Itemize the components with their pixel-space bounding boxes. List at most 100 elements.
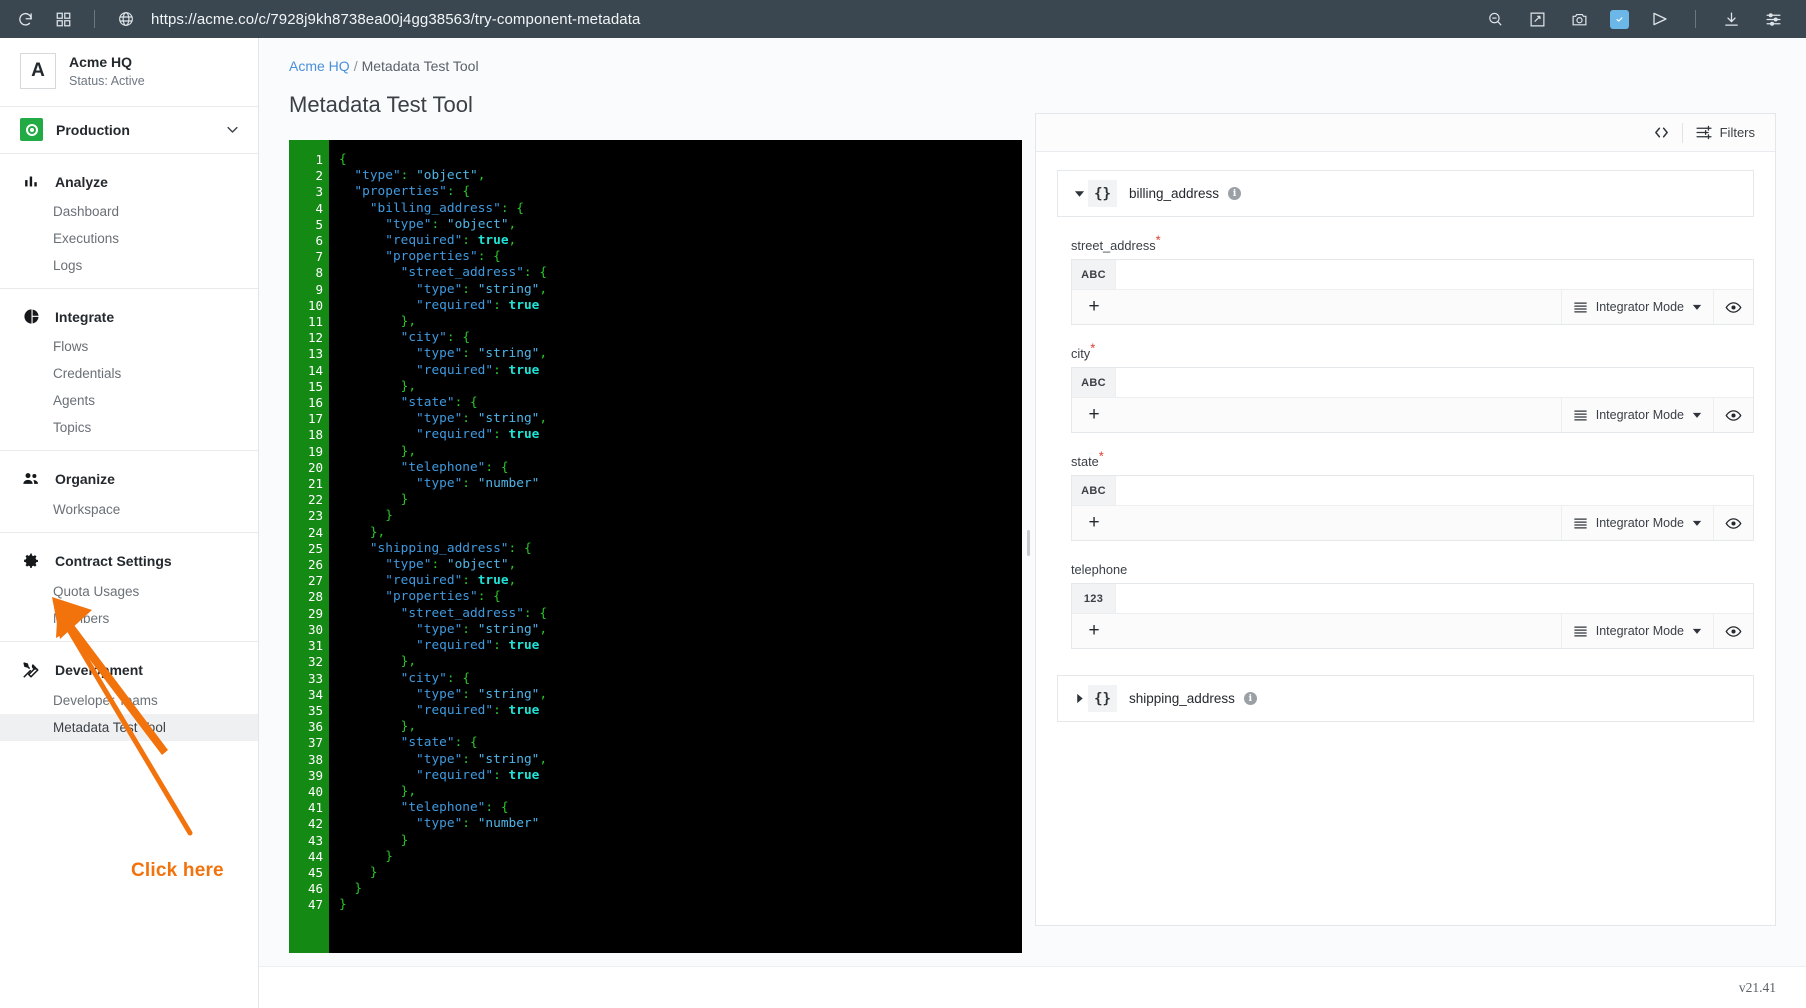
- target-icon: [20, 118, 43, 142]
- panel-body: {} billing_address i street_address* ABC + Int…: [1036, 152, 1775, 925]
- org-header[interactable]: A Acme HQ Status: Active: [0, 38, 258, 108]
- field-label-telephone: telephone: [1071, 562, 1128, 577]
- json-code-editor[interactable]: 1 2 3 4 5 6 7 8 9 10 11 12 13 14 15 16 1…: [289, 140, 1022, 953]
- sidebar-item-dashboard[interactable]: Dashboard: [0, 198, 258, 225]
- list-lines-icon: [1573, 300, 1588, 315]
- zoom-out-icon[interactable]: [1484, 8, 1506, 30]
- info-icon[interactable]: i: [1228, 187, 1242, 200]
- add-value-button-city[interactable]: +: [1072, 398, 1116, 432]
- field-box-telephone: 123 + Integrator Mode: [1071, 583, 1754, 649]
- integrator-mode-select-city[interactable]: Integrator Mode: [1560, 398, 1713, 432]
- send-icon[interactable]: [1649, 8, 1671, 30]
- grid-icon[interactable]: [52, 8, 74, 30]
- required-asterisk: *: [1155, 232, 1161, 248]
- click-here-label: Click here: [131, 860, 224, 881]
- input-street_address[interactable]: [1116, 260, 1753, 289]
- version-label: v21.41: [1738, 979, 1776, 995]
- sidebar-item-members[interactable]: Members: [0, 605, 258, 632]
- action-spacer: [1116, 398, 1561, 432]
- chevron-down-icon[interactable]: [1692, 410, 1702, 420]
- add-value-button-telephone[interactable]: +: [1072, 614, 1116, 648]
- sidebar-item-executions[interactable]: Executions: [0, 225, 258, 252]
- code-view-button[interactable]: [1641, 118, 1682, 147]
- toolbar-divider-right: [1695, 10, 1696, 28]
- object-brace-icon: {}: [1088, 180, 1117, 207]
- camera-icon[interactable]: [1568, 8, 1590, 30]
- breadcrumb-separator: /: [353, 58, 358, 74]
- integrator-mode-select-street_address[interactable]: Integrator Mode: [1560, 290, 1713, 324]
- sidebar-item-flows[interactable]: Flows: [0, 333, 258, 360]
- main-content: Acme HQ / Metadata Test Tool Metadata Test…: [259, 38, 1806, 1008]
- field-input-row: 123: [1072, 584, 1753, 614]
- sidebar-item-topics[interactable]: Topics: [0, 414, 258, 441]
- sidebar-group-header-development[interactable]: Development: [0, 653, 258, 687]
- field-label-street_address: street_address*: [1071, 232, 1161, 253]
- shield-check-icon[interactable]: [1610, 9, 1629, 29]
- chevron-down-icon[interactable]: [1070, 188, 1088, 199]
- breadcrumb-current: Metadata Test Tool: [361, 58, 479, 74]
- sidebar-item-agents[interactable]: Agents: [0, 387, 258, 414]
- integrator-mode-select-state[interactable]: Integrator Mode: [1560, 506, 1713, 540]
- input-city[interactable]: [1116, 368, 1753, 397]
- sidebar-item-credentials[interactable]: Credentials: [0, 360, 258, 387]
- pin-icon[interactable]: [1526, 8, 1548, 30]
- form-field-city: city* ABC + Integrator Mode: [1071, 342, 1754, 433]
- org-name: Acme HQ: [69, 54, 133, 70]
- eye-icon-state[interactable]: [1713, 506, 1753, 540]
- metadata-form-panel: Filters {} billing_address i street_address…: [1035, 113, 1776, 926]
- org-status: Status: Active: [69, 74, 145, 89]
- splitter-grip[interactable]: [1027, 530, 1030, 556]
- sidebar-group-header-analyze[interactable]: Analyze: [0, 165, 258, 198]
- address-bar-url[interactable]: https://acme.co/c/7928j9kh8738ea00j4gg38…: [151, 11, 640, 28]
- filters-button[interactable]: Filters: [1683, 118, 1767, 147]
- add-value-button-state[interactable]: +: [1072, 506, 1116, 540]
- object-header-shipping_address[interactable]: {} shipping_address i: [1057, 675, 1754, 722]
- chevron-right-icon[interactable]: [1070, 693, 1088, 704]
- sidebar-group-header-organize[interactable]: Organize: [0, 462, 258, 496]
- eye-icon-street_address[interactable]: [1713, 290, 1753, 324]
- type-badge-street_address: ABC: [1072, 260, 1116, 289]
- integrator-mode-select-telephone[interactable]: Integrator Mode: [1560, 614, 1713, 648]
- sidebar-group-label: Integrate: [55, 308, 115, 325]
- environment-selector[interactable]: Production: [0, 107, 258, 155]
- input-state[interactable]: [1116, 476, 1753, 505]
- object-header-billing_address[interactable]: {} billing_address i: [1057, 170, 1754, 217]
- input-telephone[interactable]: [1116, 584, 1753, 613]
- chevron-down-icon[interactable]: [1692, 302, 1702, 312]
- field-input-row: ABC: [1072, 476, 1753, 506]
- sidebar-group-header-integrate[interactable]: Integrate: [0, 300, 258, 333]
- type-badge-telephone: 123: [1072, 584, 1116, 613]
- sidebar-item-quota-usages[interactable]: Quota Usages: [0, 578, 258, 605]
- sidebar-item-developer-teams[interactable]: Developer Teams: [0, 687, 258, 714]
- sidebar-group-label: Analyze: [55, 173, 108, 190]
- sidebar-item-logs[interactable]: Logs: [0, 252, 258, 279]
- breadcrumb-root-link[interactable]: Acme HQ: [289, 58, 350, 74]
- download-icon[interactable]: [1720, 8, 1742, 30]
- panel-splitter[interactable]: [1022, 140, 1035, 946]
- form-field-street_address: street_address* ABC + Integrator Mode: [1071, 232, 1754, 325]
- sidebar-group-header-contract-settings[interactable]: Contract Settings: [0, 544, 258, 578]
- sliders-icon[interactable]: [1762, 8, 1784, 30]
- browser-toolbar: https://acme.co/c/7928j9kh8738ea00j4gg38…: [0, 0, 1806, 38]
- breadcrumb: Acme HQ / Metadata Test Tool: [289, 58, 1776, 74]
- form-field-telephone: telephone 123 + Integrator Mode: [1071, 562, 1754, 649]
- eye-icon-telephone[interactable]: [1713, 614, 1753, 648]
- chevron-down-icon[interactable]: [225, 122, 240, 137]
- eye-icon-city[interactable]: [1713, 398, 1753, 432]
- code-brackets-icon: [1653, 124, 1670, 141]
- editor-code-content[interactable]: { "type": "object", "properties": { "bil…: [329, 140, 1022, 953]
- chevron-down-icon[interactable]: [1692, 626, 1702, 636]
- reload-icon[interactable]: [14, 8, 36, 30]
- panel-toolbar: Filters: [1036, 114, 1775, 152]
- info-icon[interactable]: i: [1243, 692, 1257, 705]
- sidebar-item-workspace[interactable]: Workspace: [0, 496, 258, 523]
- sidebar-item-metadata-test-tool[interactable]: Metadata Test Tool: [0, 714, 258, 742]
- sidebar-group-analyze: Analyze Dashboard Executions Logs: [0, 154, 258, 288]
- add-value-button-street_address[interactable]: +: [1072, 290, 1116, 324]
- object-name: billing_address: [1129, 186, 1220, 201]
- action-spacer: [1116, 290, 1561, 324]
- integrator-mode-label: Integrator Mode: [1595, 624, 1684, 638]
- globe-icon[interactable]: [115, 8, 137, 30]
- chevron-down-icon[interactable]: [1692, 518, 1702, 528]
- action-spacer: [1116, 614, 1561, 648]
